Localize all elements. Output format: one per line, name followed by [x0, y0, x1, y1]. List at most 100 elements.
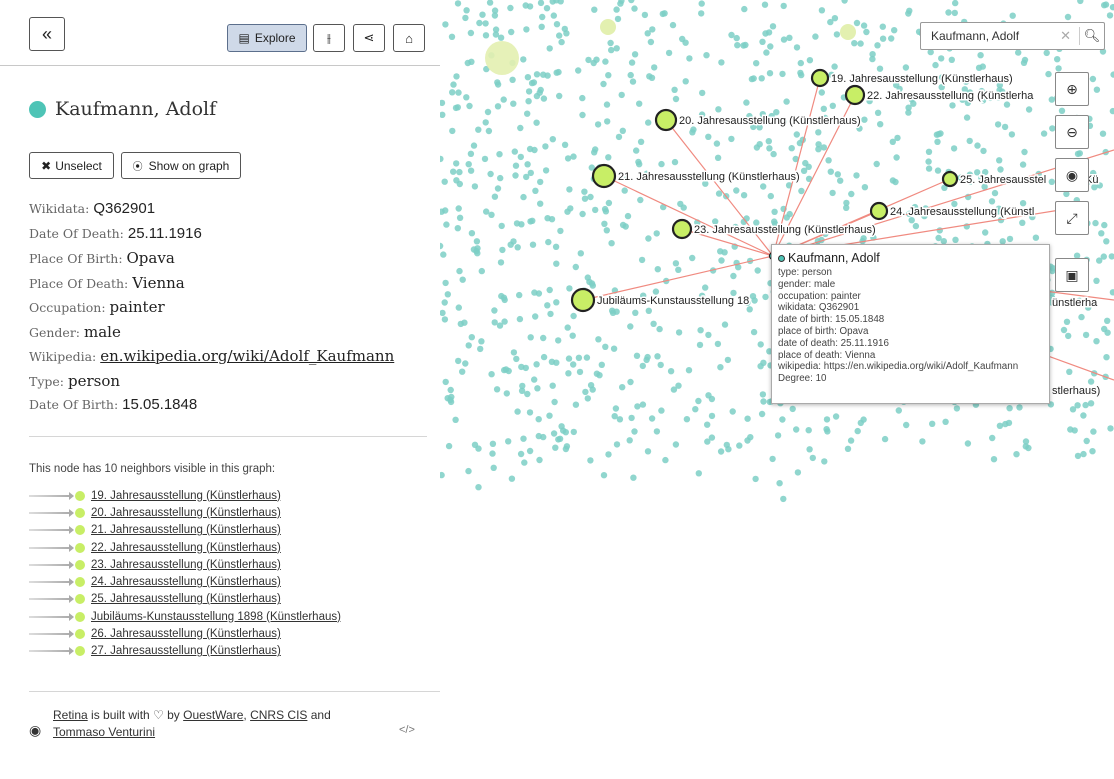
neighbor-item[interactable]: 19. Jahresausstellung (Künstlerhaus) [29, 487, 341, 504]
background-node [895, 407, 902, 414]
neighbor-item[interactable]: 21. Jahresausstellung (Künstlerhaus) [29, 522, 341, 539]
tommaso-link[interactable]: Tommaso Venturini [53, 725, 155, 739]
background-node [524, 390, 531, 398]
background-node [517, 124, 524, 132]
background-node [512, 162, 520, 169]
search-icon[interactable]: 🔍︎ [1080, 28, 1104, 44]
neighbor-item[interactable]: 20. Jahresausstellung (Künstlerhaus) [29, 504, 341, 521]
background-node [683, 416, 691, 423]
attribute-value: 25.11.1916 [127, 224, 202, 242]
graph-node [869, 201, 889, 221]
background-node [1089, 448, 1096, 455]
neighbor-item[interactable]: 22. Jahresausstellung (Künstlerhaus) [29, 539, 341, 556]
background-node [682, 78, 689, 85]
background-node [631, 428, 638, 435]
background-node [510, 349, 518, 356]
neighbor-item[interactable]: 24. Jahresausstellung (Künstlerhaus) [29, 573, 341, 590]
background-node [519, 382, 526, 390]
cnrs-link[interactable]: CNRS CIS [250, 708, 307, 722]
neighbor-item[interactable]: 23. Jahresausstellung (Künstlerhaus) [29, 556, 341, 573]
background-node [584, 395, 591, 402]
neighbor-item[interactable]: 25. Jahresausstellung (Künstlerhaus) [29, 591, 341, 608]
attribute-row: Place Of Death: Vienna [29, 271, 429, 296]
background-node [996, 157, 1003, 164]
collapse-panel-button[interactable]: « [29, 17, 65, 51]
graph-search[interactable]: Kaufmann, Adolf ✕ 🔍︎ [920, 22, 1105, 50]
neighbor-link[interactable]: 21. Jahresausstellung (Künstlerhaus) [91, 524, 281, 536]
background-node [823, 416, 831, 423]
unselect-button[interactable]: ✖ Unselect [29, 152, 114, 179]
background-node [825, 157, 832, 164]
background-node [741, 5, 748, 13]
background-node [537, 0, 545, 7]
background-node [457, 320, 464, 328]
explore-button[interactable]: ▤ Explore [227, 24, 307, 52]
background-node [827, 168, 834, 175]
clear-search-icon[interactable]: ✕ [1060, 28, 1071, 44]
wikipedia-link[interactable]: en.wikipedia.org/wiki/Adolf_Kaufmann [100, 347, 394, 365]
background-node [540, 334, 547, 342]
export-image-button[interactable]: ▣ [1055, 258, 1089, 292]
neighbor-link[interactable]: 24. Jahresausstellung (Künstlerhaus) [91, 576, 281, 588]
retina-link[interactable]: Retina [53, 708, 88, 722]
background-node [953, 405, 961, 412]
show-on-graph-button[interactable]: ⦿ Show on graph [121, 152, 241, 179]
unselect-label: Unselect [55, 158, 102, 173]
neighbor-dot [75, 559, 85, 570]
neighbor-link[interactable]: Jubiläums-Kunstausstellung 1898 (Künstle… [91, 611, 341, 623]
background-node [1093, 277, 1100, 284]
neighbor-item[interactable]: 26. Jahresausstellung (Künstlerhaus) [29, 625, 341, 642]
neighbor-link[interactable]: 25. Jahresausstellung (Künstlerhaus) [91, 593, 281, 605]
background-node [754, 267, 761, 274]
background-node [1109, 289, 1114, 296]
background-node [516, 291, 523, 299]
neighbor-dot [75, 525, 85, 536]
background-node [952, 236, 959, 243]
background-node [540, 71, 547, 78]
background-node [636, 100, 643, 107]
background-node [440, 155, 444, 163]
background-node [603, 227, 610, 234]
neighbor-link[interactable]: 23. Jahresausstellung (Künstlerhaus) [91, 559, 281, 571]
background-node [447, 386, 454, 394]
background-node [614, 15, 622, 23]
zoom-out-button[interactable]: ⊖ [1055, 115, 1089, 149]
home-button[interactable]: ⌂ [393, 24, 425, 52]
background-node [518, 363, 525, 371]
background-node [977, 52, 984, 59]
background-node [657, 361, 664, 369]
background-node [555, 337, 562, 344]
neighbor-item[interactable]: Jubiläums-Kunstausstellung 1898 (Künstle… [29, 608, 341, 625]
zoom-in-button[interactable]: ⊕ [1055, 72, 1089, 106]
neighbor-link[interactable]: 19. Jahresausstellung (Künstlerhaus) [91, 490, 281, 502]
background-node [1006, 235, 1014, 243]
fullscreen-button[interactable]: ⤢ [1055, 201, 1089, 235]
background-node [675, 329, 683, 336]
background-node [860, 22, 868, 29]
neighbor-link[interactable]: 27. Jahresausstellung (Künstlerhaus) [91, 645, 281, 657]
background-node [560, 427, 567, 434]
neighbor-link[interactable]: 22. Jahresausstellung (Künstlerhaus) [91, 542, 281, 554]
background-node [686, 55, 693, 62]
share-button[interactable]: ⋖ [353, 24, 385, 52]
neighbor-link[interactable]: 20. Jahresausstellung (Künstlerhaus) [91, 507, 281, 519]
background-node [507, 241, 514, 248]
edge-arrow-icon [29, 508, 74, 517]
filters-button[interactable]: ⫲ [313, 24, 345, 52]
background-node [853, 172, 860, 179]
neighbor-item[interactable]: 27. Jahresausstellung (Künstlerhaus) [29, 643, 341, 660]
background-node [627, 378, 634, 386]
center-button[interactable]: ◉ [1055, 158, 1089, 192]
background-node [563, 30, 570, 37]
attribute-key: Type: [29, 373, 68, 389]
tooltip-title: Kaufmann, Adolf [788, 251, 880, 265]
graph-canvas[interactable]: 19. Jahresausstellung (Künstlerhaus) 22. … [440, 0, 1114, 505]
background-node [629, 78, 637, 85]
background-node [925, 158, 932, 165]
neighbor-link[interactable]: 26. Jahresausstellung (Künstlerhaus) [91, 628, 281, 640]
search-input[interactable]: Kaufmann, Adolf [921, 29, 1060, 43]
ouestware-link[interactable]: OuestWare [183, 708, 243, 722]
panel-toolbar: « ▤ Explore ⫲ ⋖ ⌂ [0, 0, 440, 66]
background-node [747, 434, 754, 441]
code-icon[interactable]: </> [399, 722, 415, 739]
